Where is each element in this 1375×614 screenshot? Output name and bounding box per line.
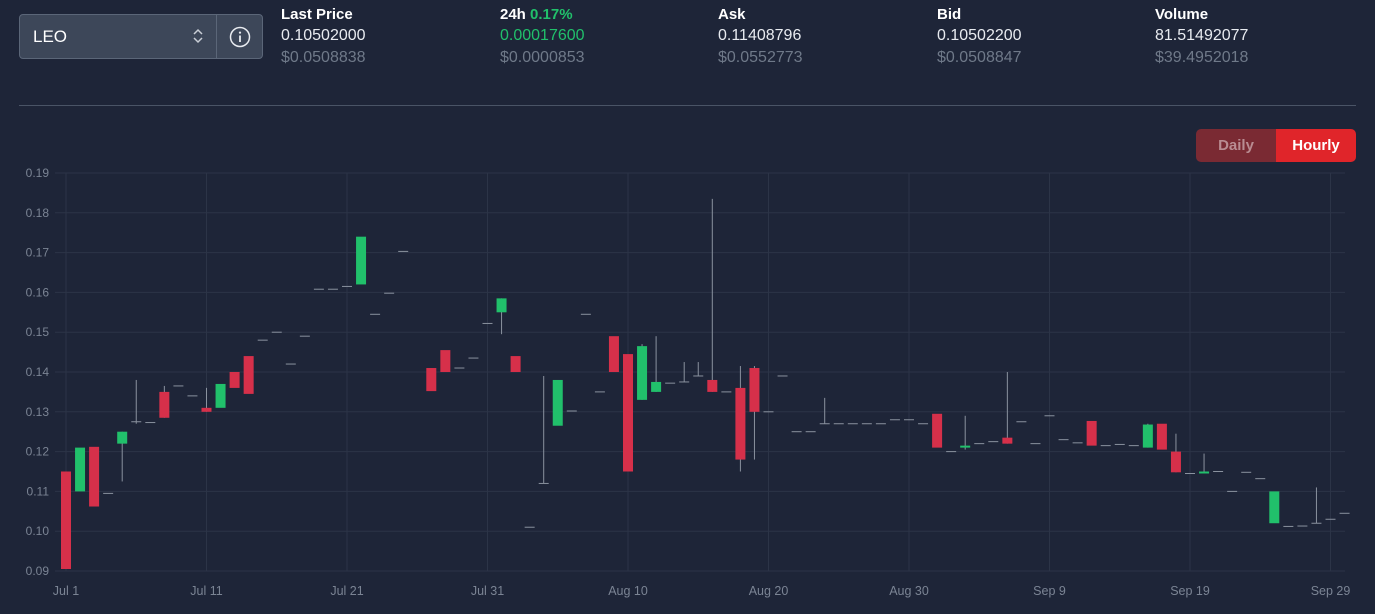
candle-body: [61, 471, 71, 570]
x-tick-label: Jul 21: [330, 584, 363, 598]
x-tick-label: Aug 10: [608, 584, 648, 598]
stat-label: 24h: [500, 6, 526, 23]
stat-value: 0.11408796: [718, 27, 802, 44]
stat-value: 0.10502200: [937, 27, 1022, 44]
candle-body: [426, 368, 437, 392]
market-select-value: LEO: [33, 26, 68, 46]
candle-body: [159, 391, 170, 418]
candle-body: [552, 379, 563, 426]
y-tick-label: 0.19: [26, 166, 50, 180]
stat-usd-value: $0.0508847: [937, 49, 1022, 66]
hourly-button[interactable]: Hourly: [1276, 129, 1356, 162]
x-tick-label: Aug 20: [749, 584, 789, 598]
stat-value: 0.10502000: [281, 27, 366, 44]
stat-usd-value: $0.0552773: [718, 49, 803, 66]
candle-body: [117, 431, 128, 444]
market-select-dropdown[interactable]: LEO: [20, 15, 216, 58]
x-tick-label: Jul 1: [53, 584, 79, 598]
stat-usd-value: $39.4952018: [1155, 49, 1249, 66]
info-button[interactable]: [216, 15, 262, 58]
candle-body: [932, 413, 943, 448]
candle-body: [243, 356, 254, 394]
candle-body: [75, 447, 86, 492]
stat-label: Last Price: [281, 6, 353, 23]
y-tick-label: 0.18: [26, 206, 50, 220]
candle-body: [651, 381, 662, 392]
x-tick-label: Jul 11: [190, 584, 222, 598]
candle-body: [201, 407, 212, 412]
stat-bid: Bid 0.10502200 $0.0508847: [937, 5, 1022, 69]
x-tick-label: Sep 19: [1170, 584, 1210, 598]
candle-body: [229, 372, 240, 388]
daily-button[interactable]: Daily: [1196, 129, 1276, 162]
stat-change-percent: 0.17%: [530, 6, 573, 23]
candle-body: [960, 445, 971, 448]
candle-body: [356, 236, 367, 285]
candlestick-chart[interactable]: 0.19 0.18 0.17 0.16 0.15 0.14 0.13 0.12 0.11 0.10…: [0, 160, 1375, 614]
x-tick-label: Aug 30: [889, 584, 929, 598]
y-tick-label: 0.17: [26, 246, 50, 260]
candle-body: [510, 356, 521, 372]
candle-body: [637, 346, 648, 400]
y-tick-label: 0.13: [26, 405, 50, 419]
stat-label: Ask: [718, 6, 746, 23]
y-tick-label: 0.10: [26, 524, 50, 538]
header-divider: [19, 105, 1356, 106]
y-tick-label: 0.11: [27, 484, 50, 498]
candle-body: [89, 446, 100, 507]
stat-last-price: Last Price 0.10502000 $0.0508838: [281, 5, 366, 69]
period-toggle[interactable]: Daily Hourly: [1196, 129, 1356, 162]
candle-body: [1156, 423, 1167, 450]
info-circle-icon: [229, 26, 250, 47]
stat-value: 81.51492077: [1155, 27, 1249, 44]
candle-body: [1269, 491, 1280, 524]
candle-body: [1086, 420, 1097, 446]
candle-body: [496, 298, 507, 313]
y-tick-label: 0.15: [26, 325, 50, 339]
candle-body: [440, 350, 451, 372]
stat-value: 0.00017600: [500, 27, 585, 44]
stat-usd-value: $0.0000853: [500, 49, 585, 66]
y-tick-label: 0.09: [26, 564, 50, 578]
stat-label: Bid: [937, 6, 962, 23]
y-tick-label: 0.14: [26, 365, 50, 379]
stat-ask: Ask 0.11408796 $0.0552773: [718, 5, 803, 69]
candle-body: [735, 387, 746, 460]
candle-body: [215, 383, 226, 408]
stat-usd-value: $0.0508838: [281, 49, 366, 66]
candle-body: [707, 379, 718, 392]
x-tick-label: Sep 29: [1311, 584, 1351, 598]
x-tick-label: Sep 9: [1033, 584, 1066, 598]
candle-body: [1142, 424, 1153, 448]
stat-label: Volume: [1155, 6, 1209, 23]
candle-body: [1002, 437, 1013, 444]
candle-body: [1170, 451, 1181, 473]
candle-body: [749, 368, 760, 412]
candle-body: [623, 354, 633, 472]
x-tick-label: Jul 31: [471, 584, 504, 598]
candle-body: [608, 336, 619, 372]
chevron-up-down-icon: [193, 28, 203, 44]
market-selector[interactable]: LEO: [19, 14, 263, 59]
candle-body: [1199, 471, 1210, 474]
stat-24h-change: 24h 0.17% 0.00017600 $0.0000853: [500, 5, 585, 69]
y-tick-label: 0.16: [26, 285, 50, 299]
stat-volume: Volume 81.51492077 $39.4952018: [1155, 5, 1248, 69]
y-tick-label: 0.12: [26, 445, 50, 459]
